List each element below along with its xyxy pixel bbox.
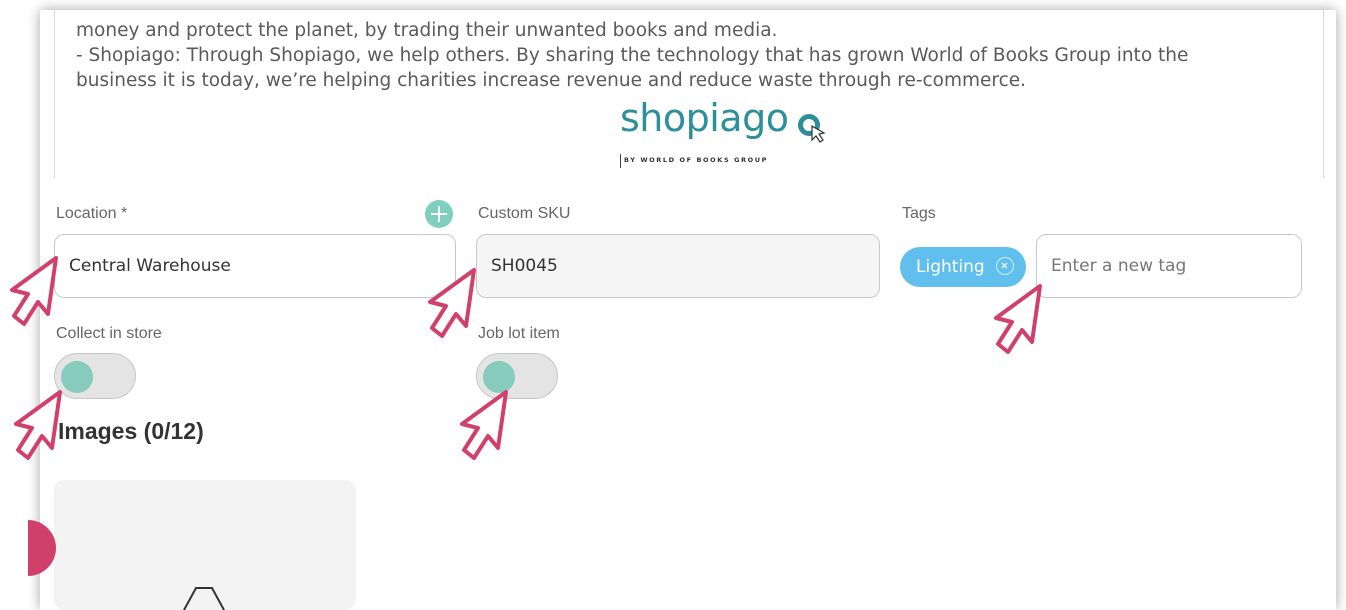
tag-chip-label: Lighting [916, 257, 985, 277]
text-caret [620, 154, 621, 168]
custom-sku-value: SH0045 [491, 256, 558, 276]
pointer-cursor-icon [428, 268, 476, 338]
custom-sku-label: Custom SKU [478, 205, 571, 222]
close-circle-icon[interactable] [996, 257, 1014, 275]
pointer-cursor-icon [10, 256, 58, 326]
description-line-2: - Shopiago: Through Shopiago, we help ot… [76, 45, 1189, 66]
location-value: Central Warehouse [69, 256, 231, 276]
logo-globe-icon [798, 114, 826, 143]
shopiago-logo: shopiago BY WORLD OF BOOKS GROUP [616, 96, 836, 174]
pointer-cursor-icon [460, 390, 508, 460]
location-label: Location * [56, 205, 128, 222]
custom-sku-input[interactable]: SH0045 [476, 234, 880, 298]
tags-label: Tags [902, 205, 936, 222]
job-lot-item-label: Job lot item [478, 325, 560, 342]
add-location-button[interactable] [425, 200, 453, 228]
pointer-cursor-icon [14, 390, 62, 460]
logo-subtitle: BY WORLD OF BOOKS GROUP [624, 156, 768, 164]
upload-icon [183, 587, 225, 610]
logo-wordmark: shopiago [620, 96, 789, 140]
description-line-1: money and protect the planet, by trading… [76, 20, 778, 41]
plus-icon [431, 206, 447, 222]
new-tag-input[interactable]: Enter a new tag [1036, 234, 1302, 298]
collect-in-store-label: Collect in store [56, 325, 162, 342]
new-tag-placeholder: Enter a new tag [1051, 256, 1187, 276]
pointer-cursor-icon [994, 284, 1042, 354]
description-text: money and protect the planet, by trading… [76, 18, 1306, 93]
image-upload-card[interactable] [54, 480, 356, 610]
description-line-3: business it is today, we’re helping char… [76, 70, 1027, 91]
location-select[interactable]: Central Warehouse [54, 234, 456, 298]
images-heading: Images (0/12) [58, 418, 204, 444]
